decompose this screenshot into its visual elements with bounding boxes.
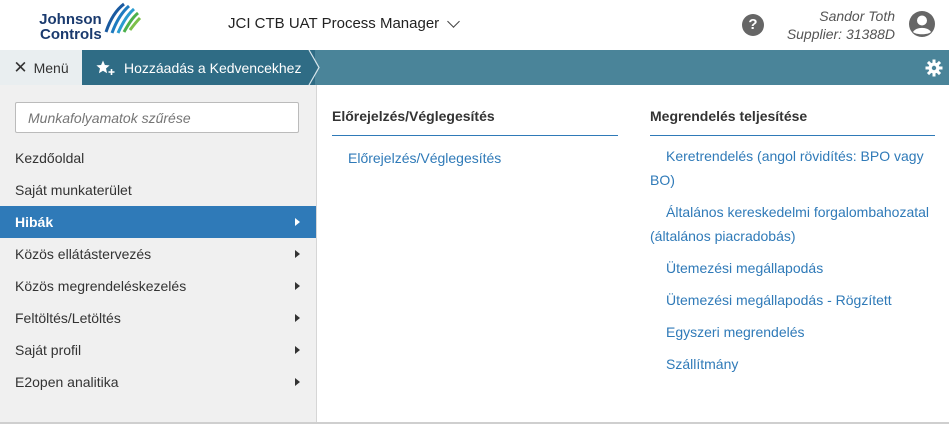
sidebar-item-label: Hibák <box>15 214 54 230</box>
menu-toggle-button[interactable]: ✕ Menü <box>0 50 82 85</box>
sidebar-item-label: Saját profil <box>15 342 82 358</box>
caret-right-icon <box>295 218 300 226</box>
sidebar-item-home[interactable]: Kezdőoldal <box>0 142 316 174</box>
user-role: Supplier: 31388D <box>786 26 895 42</box>
section-title: Előrejelzés/Véglegesítés <box>332 108 618 136</box>
menu-label: Menü <box>33 59 69 76</box>
section-title: Megrendelés teljesítése <box>650 108 935 136</box>
logo-line1: Johnson <box>39 11 102 28</box>
sidebar-item-collaborative-planning[interactable]: Közös ellátástervezés <box>0 238 316 270</box>
caret-right-icon <box>295 282 300 290</box>
user-name: Sandor Toth <box>819 8 895 24</box>
johnson-controls-logo[interactable]: Johnson Controls <box>30 2 142 46</box>
help-icon[interactable]: ? <box>742 14 764 36</box>
close-icon: ✕ <box>13 58 28 77</box>
sidebar-item-label: Kezdőoldal <box>15 150 85 166</box>
toolbar: ✕ Menü Hozzáadás a Kedvencekhez <box>0 50 949 85</box>
sidebar-item-errors[interactable]: Hibák <box>0 206 316 238</box>
link-scheduling-agreement[interactable]: Ütemezési megállapodás <box>650 256 935 280</box>
caret-right-icon <box>295 378 300 386</box>
link-one-time-order[interactable]: Egyszeri megrendelés <box>650 320 935 344</box>
sidebar-item-upload-download[interactable]: Feltöltés/Letöltés <box>0 302 316 334</box>
sidebar-item-label: E2open analitika <box>15 374 119 390</box>
sidebar-item-label: Közös ellátástervezés <box>15 246 152 262</box>
forecast-commit-section: Előrejelzés/Véglegesítés Előrejelzés/Vég… <box>332 108 618 170</box>
breadcrumb-arrow-icon <box>308 50 320 85</box>
sidebar-item-label: Saját munkaterület <box>15 182 132 198</box>
app-switcher[interactable]: JCI CTB UAT Process Manager <box>228 15 461 32</box>
sidebar-item-my-workspace[interactable]: Saját munkaterület <box>0 174 316 206</box>
link-general-release[interactable]: Általános kereskedelmi forgalombahozatal… <box>650 200 935 248</box>
header: Johnson Controls JCI CTB UAT Process Man… <box>0 0 949 50</box>
gear-icon[interactable] <box>925 59 943 77</box>
chevron-down-icon <box>447 15 461 28</box>
logo-line2: Controls <box>40 26 102 43</box>
logo-swirl-icon <box>104 2 142 34</box>
user-info[interactable]: Sandor Toth Supplier: 31388D <box>787 7 895 43</box>
user-avatar-icon[interactable] <box>908 10 936 38</box>
workflow-filter-input[interactable] <box>15 102 299 133</box>
favorites-label: Hozzáadás a Kedvencekhez <box>124 59 302 76</box>
order-fulfillment-section: Megrendelés teljesítése Keretrendelés (a… <box>650 108 935 376</box>
sidebar-item-label: Közös megrendeléskezelés <box>15 278 187 294</box>
sidebar: Kezdőoldal Saját munkaterület Hibák Közö… <box>0 85 317 424</box>
sidebar-item-label: Feltöltés/Letöltés <box>15 310 121 326</box>
sidebar-item-e2open-analytics[interactable]: E2open analitika <box>0 366 316 398</box>
link-forecast-commit[interactable]: Előrejelzés/Véglegesítés <box>332 146 618 170</box>
app-title: JCI CTB UAT Process Manager <box>228 15 440 32</box>
add-to-favorites-button[interactable]: Hozzáadás a Kedvencekhez <box>82 50 316 85</box>
link-blanket-order[interactable]: Keretrendelés (angol rövidítés: BPO vagy… <box>650 144 935 192</box>
sidebar-item-order-management[interactable]: Közös megrendeléskezelés <box>0 270 316 302</box>
sidebar-item-my-profile[interactable]: Saját profil <box>0 334 316 366</box>
caret-right-icon <box>295 250 300 258</box>
link-shipment[interactable]: Szállítmány <box>650 352 935 376</box>
caret-right-icon <box>295 314 300 322</box>
star-add-icon <box>96 60 115 75</box>
link-scheduling-agreement-fixed[interactable]: Ütemezési megállapodás - Rögzített <box>650 288 935 312</box>
sidebar-nav: Kezdőoldal Saját munkaterület Hibák Közö… <box>0 142 316 398</box>
caret-right-icon <box>295 346 300 354</box>
